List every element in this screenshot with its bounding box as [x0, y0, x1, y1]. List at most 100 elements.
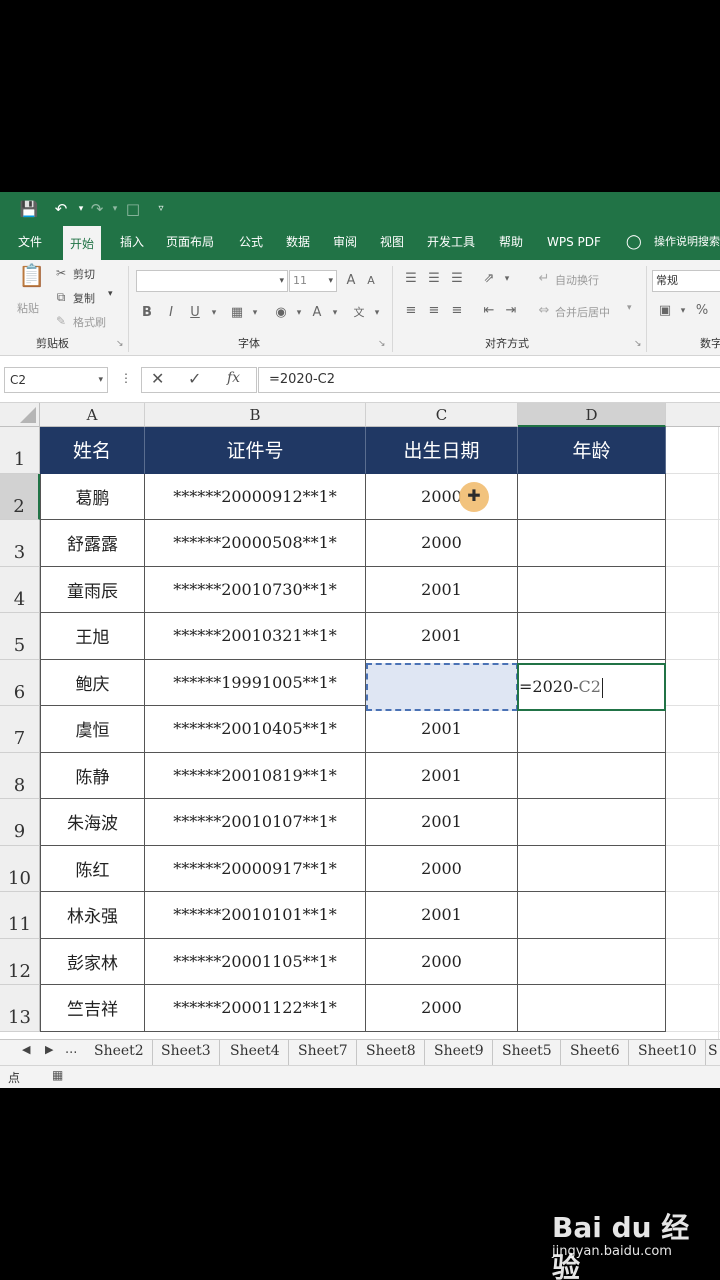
row-header[interactable]: 3 — [0, 520, 40, 567]
row-header[interactable]: 10 — [0, 845, 40, 892]
table-cell-name[interactable]: 葛鹏 — [40, 473, 145, 520]
table-cell-id[interactable]: ******20010819**1* — [145, 752, 366, 799]
table-cell-age[interactable] — [518, 706, 666, 753]
column-header-e[interactable] — [666, 403, 720, 427]
table-cell-age[interactable] — [518, 985, 666, 1032]
borders-icon[interactable]: ▦ — [228, 304, 246, 322]
sheet-tab[interactable]: Sheet8 — [358, 1040, 425, 1066]
table-cell-year[interactable]: 2001 — [366, 799, 518, 846]
orientation-dropdown-icon[interactable]: ▾ — [498, 270, 516, 288]
currency-dropdown-icon[interactable]: ▾ — [674, 302, 692, 320]
decrease-indent-icon[interactable]: ⇤ — [480, 302, 498, 320]
table-cell-id[interactable]: ******20010101**1* — [145, 892, 366, 939]
wrap-text-icon[interactable]: ↵ — [535, 270, 553, 288]
table-cell-age[interactable] — [518, 473, 666, 520]
enter-icon[interactable]: ✓ — [188, 369, 201, 388]
row-header[interactable]: 9 — [0, 799, 40, 846]
tab-page-layout[interactable]: 页面布局 — [166, 226, 214, 260]
merge-center-icon[interactable]: ⇔ — [535, 302, 553, 320]
table-cell-id[interactable]: ******20001122**1* — [145, 985, 366, 1032]
table-cell-id[interactable]: ******19991005**1* — [145, 659, 366, 706]
tab-home[interactable]: 开始 — [63, 226, 102, 260]
clipboard-launcher-icon[interactable]: ↘ — [116, 339, 124, 349]
currency-format-icon[interactable]: ▣ — [656, 302, 674, 320]
sheet-nav-right-icon[interactable]: ▶ — [45, 1043, 53, 1056]
align-bottom-icon[interactable]: ☰ — [448, 270, 466, 288]
align-left-icon[interactable]: ≡ — [402, 302, 420, 320]
sheet-nav-left-icon[interactable]: ◀ — [22, 1043, 30, 1056]
table-cell-name[interactable]: 鲍庆 — [40, 659, 145, 706]
new-document-icon[interactable]: □ — [122, 199, 144, 219]
font-color-icon[interactable]: A — [308, 304, 326, 322]
table-cell-age[interactable] — [518, 613, 666, 660]
row-header[interactable]: 7 — [0, 706, 40, 753]
sheet-tab[interactable]: Sheet5 — [494, 1040, 561, 1066]
font-name-select[interactable]: ▾ — [136, 270, 288, 292]
save-icon[interactable]: 💾 — [18, 199, 40, 219]
column-header-c[interactable]: C — [366, 403, 518, 427]
sheet-tab[interactable]: S — [700, 1040, 720, 1066]
row-header[interactable]: 11 — [0, 892, 40, 939]
row-header[interactable]: 13 — [0, 985, 40, 1032]
tab-review[interactable]: 审阅 — [333, 226, 357, 260]
table-cell-age[interactable] — [518, 520, 666, 567]
sheet-tab[interactable]: Sheet7 — [290, 1040, 357, 1066]
header-cell[interactable]: 证件号 — [145, 427, 366, 474]
font-size-select[interactable]: 11 ▾ — [289, 270, 337, 292]
table-cell-age[interactable] — [518, 938, 666, 985]
align-center-icon[interactable]: ≡ — [425, 302, 443, 320]
paste-button[interactable]: 粘贴 — [17, 300, 39, 316]
table-cell-year[interactable]: 2001 — [366, 892, 518, 939]
table-cell-year[interactable]: 2001 — [366, 706, 518, 753]
table-cell-name[interactable]: 舒露露 — [40, 520, 145, 567]
chevron-down-icon[interactable]: ▾ — [98, 368, 103, 392]
column-header-d[interactable]: D — [518, 403, 666, 427]
worksheet-grid[interactable]: A B C D 1 姓名 证件号 出生日期 年龄 2 葛鹏 ******20000912**1… — [0, 403, 720, 1039]
fill-color-dropdown-icon[interactable]: ▾ — [290, 304, 308, 322]
row-header[interactable]: 4 — [0, 566, 40, 613]
align-middle-icon[interactable]: ☰ — [425, 270, 443, 288]
header-cell[interactable]: 姓名 — [40, 427, 145, 474]
number-format-select[interactable]: 常规 — [652, 270, 720, 292]
row-header[interactable]: 2 — [0, 473, 40, 520]
tell-me-search[interactable]: 操作说明搜索 — [654, 226, 720, 260]
table-cell-name[interactable]: 童雨辰 — [40, 566, 145, 613]
table-cell-age[interactable] — [518, 845, 666, 892]
merge-center-button[interactable]: 合并后居中 — [555, 304, 610, 320]
increase-font-size-icon[interactable]: A — [342, 272, 360, 290]
tab-developer[interactable]: 开发工具 — [427, 226, 475, 260]
row-header[interactable]: 6 — [0, 659, 40, 706]
cancel-icon[interactable]: ✕ — [151, 369, 164, 388]
tab-help[interactable]: 帮助 — [499, 226, 523, 260]
name-box[interactable]: C2 ▾ — [4, 367, 108, 393]
increase-indent-icon[interactable]: ⇥ — [502, 302, 520, 320]
merge-dropdown-icon[interactable]: ▾ — [627, 303, 632, 313]
font-launcher-icon[interactable]: ↘ — [378, 339, 386, 349]
sheet-tab[interactable]: Sheet3 — [153, 1040, 220, 1066]
format-painter-button[interactable]: 格式刷 — [73, 314, 106, 330]
table-cell-year[interactable]: 2001 — [366, 613, 518, 660]
header-cell[interactable]: 出生日期 — [366, 427, 518, 474]
table-cell-year[interactable]: 2000 — [366, 938, 518, 985]
font-color-dropdown-icon[interactable]: ▾ — [326, 304, 344, 322]
table-cell-id[interactable]: ******20010107**1* — [145, 799, 366, 846]
insert-function-icon[interactable]: fx — [227, 370, 240, 386]
decrease-font-size-icon[interactable]: A — [362, 272, 380, 290]
table-cell-id[interactable]: ******20000917**1* — [145, 845, 366, 892]
italic-icon[interactable]: I — [162, 304, 180, 322]
alignment-launcher-icon[interactable]: ↘ — [634, 339, 642, 349]
sheet-nav-more[interactable]: ... — [65, 1042, 77, 1057]
header-cell[interactable]: 年龄 — [518, 427, 666, 474]
table-cell-age[interactable] — [518, 892, 666, 939]
tab-insert[interactable]: 插入 — [120, 226, 144, 260]
column-header-b[interactable]: B — [145, 403, 366, 427]
tab-formulas[interactable]: 公式 — [239, 226, 263, 260]
tab-file[interactable]: 文件 — [18, 226, 42, 260]
table-cell-year[interactable]: 2001 — [366, 752, 518, 799]
table-cell-id[interactable]: ******20000508**1* — [145, 520, 366, 567]
table-cell-year[interactable]: 2000 — [366, 473, 518, 520]
table-cell-id[interactable]: ******20010405**1* — [145, 706, 366, 753]
table-cell-name[interactable]: 陈静 — [40, 752, 145, 799]
editing-cell-d2[interactable]: =2020-C2 — [517, 663, 666, 711]
table-cell-age[interactable] — [518, 752, 666, 799]
